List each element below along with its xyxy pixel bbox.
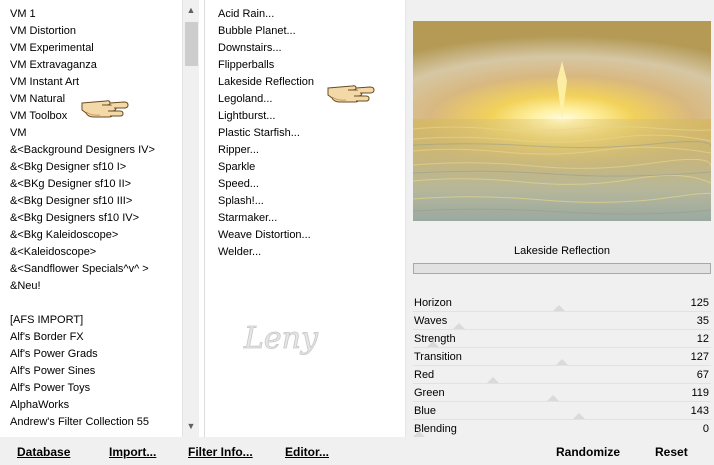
chevron-up-icon[interactable]: ▲ [183, 2, 199, 19]
filter-item[interactable]: Starmaker... [218, 210, 277, 227]
param-label: Horizon [414, 297, 452, 309]
reset-button[interactable]: Reset [655, 443, 688, 461]
pointing-hand-icon [81, 100, 129, 118]
category-item[interactable]: VM Extravaganza [10, 57, 97, 74]
filter-list[interactable]: Acid Rain... Bubble Planet... Downstairs..… [206, 0, 404, 437]
category-item[interactable]: VM 1 [10, 6, 36, 23]
param-value: 35 [696, 315, 709, 327]
filter-item[interactable]: Acid Rain... [218, 6, 274, 23]
category-item[interactable]: Alf's Power Sines [10, 363, 95, 380]
filter-item[interactable]: Weave Distortion... [218, 227, 311, 244]
category-item[interactable]: &Neu! [10, 278, 41, 295]
category-item[interactable]: VM Experimental [10, 40, 94, 57]
category-item[interactable]: Alf's Border FX [10, 329, 84, 346]
filter-item[interactable]: Splash!... [218, 193, 264, 210]
filter-info-button[interactable]: Filter Info... [188, 443, 253, 461]
filter-item[interactable]: Plastic Starfish... [218, 125, 300, 142]
category-item[interactable]: &<Kaleidoscope> [10, 244, 96, 261]
param-slider-blending[interactable]: Blending 0 [413, 420, 711, 438]
param-label: Waves [414, 315, 448, 327]
preview-image[interactable] [413, 21, 711, 221]
param-label: Green [414, 387, 445, 399]
param-slider-strength[interactable]: Strength 12 [413, 330, 711, 348]
category-item[interactable]: VM [10, 125, 27, 142]
category-scrollbar[interactable]: ▲ ▼ [182, 0, 199, 437]
filter-item[interactable]: Bubble Planet... [218, 23, 296, 40]
database-button[interactable]: Database [17, 443, 70, 461]
param-slider-horizon[interactable]: Horizon 125 [413, 294, 711, 312]
filter-settings-panel: Lakeside Reflection Horizon 125 Waves 35 Str… [406, 0, 714, 438]
filter-item[interactable]: Lightburst... [218, 108, 275, 125]
param-label: Transition [414, 351, 462, 363]
svg-text:Leny: Leny [243, 321, 319, 356]
chevron-down-icon[interactable]: ▼ [183, 418, 199, 435]
param-value: 127 [690, 351, 709, 363]
category-item[interactable]: &<Sandflower Specials^v^ > [10, 261, 149, 278]
category-item[interactable]: Andrew's Filter Collection 55 [10, 414, 149, 431]
filter-item[interactable]: Welder... [218, 244, 261, 261]
category-item[interactable]: AlphaWorks [10, 397, 69, 414]
param-value: 119 [691, 387, 709, 399]
category-item[interactable]: &<BKg Designer sf10 II> [10, 176, 131, 193]
param-value: 0 [702, 423, 709, 435]
filter-item[interactable]: Downstairs... [218, 40, 282, 57]
param-value: 12 [696, 333, 709, 345]
filter-item[interactable]: Speed... [218, 176, 259, 193]
filter-item[interactable]: Lakeside Reflection [218, 74, 314, 91]
slider-knob[interactable] [547, 395, 560, 401]
param-slider-transition[interactable]: Transition 127 [413, 348, 711, 366]
param-label: Red [414, 369, 435, 381]
category-item[interactable]: VM Toolbox [10, 108, 67, 125]
bottom-toolbar: Database Import... Filter Info... Editor… [0, 437, 714, 465]
category-item[interactable]: &<Bkg Designer sf10 I> [10, 159, 126, 176]
param-slider-waves[interactable]: Waves 35 [413, 312, 711, 330]
category-item[interactable]: VM Distortion [10, 23, 76, 40]
category-item[interactable]: &<Bkg Designers sf10 IV> [10, 210, 139, 227]
category-item[interactable]: Alf's Power Grads [10, 346, 98, 363]
param-slider-blue[interactable]: Blue 143 [413, 402, 711, 420]
slider-knob[interactable] [553, 305, 566, 311]
param-label: Blue [414, 405, 437, 417]
param-slider-green[interactable]: Green 119 [413, 384, 711, 402]
randomize-button[interactable]: Randomize [556, 443, 620, 461]
param-value: 125 [690, 297, 709, 309]
slider-knob[interactable] [453, 323, 466, 329]
category-item[interactable]: VM Instant Art [10, 74, 79, 91]
filter-item[interactable]: Legoland... [218, 91, 272, 108]
param-value: 143 [690, 405, 709, 417]
current-filter-title: Lakeside Reflection [513, 245, 610, 257]
slider-knob[interactable] [556, 359, 568, 365]
category-item[interactable]: &<Bkg Designer sf10 III> [10, 193, 132, 210]
filter-progress-bar [413, 263, 711, 274]
filter-item[interactable]: Ripper... [218, 142, 259, 159]
category-item[interactable]: &<Background Designers IV> [10, 142, 155, 159]
param-slider-red[interactable]: Red 67 [413, 366, 711, 384]
import-button[interactable]: Import... [109, 443, 156, 461]
category-item[interactable]: Alf's Power Toys [10, 380, 90, 397]
slider-knob[interactable] [573, 413, 586, 419]
param-value: 67 [696, 369, 709, 381]
slider-knob[interactable] [487, 377, 500, 383]
filter-item[interactable]: Sparkle [218, 159, 255, 176]
list-divider [204, 0, 205, 437]
editor-button[interactable]: Editor... [285, 443, 329, 461]
category-item[interactable]: VM Natural [10, 91, 65, 108]
watermark-signature: Leny [243, 321, 320, 357]
scrollbar-thumb[interactable] [185, 22, 198, 66]
category-list[interactable]: VM 1 VM Distortion VM Experimental VM Extra… [0, 0, 182, 437]
category-item[interactable]: [AFS IMPORT] [10, 312, 83, 329]
slider-knob[interactable] [427, 341, 440, 347]
category-item[interactable]: &<Bkg Kaleidoscope> [10, 227, 118, 244]
pointing-hand-icon [327, 85, 375, 103]
filter-item[interactable]: Flipperballs [218, 57, 274, 74]
